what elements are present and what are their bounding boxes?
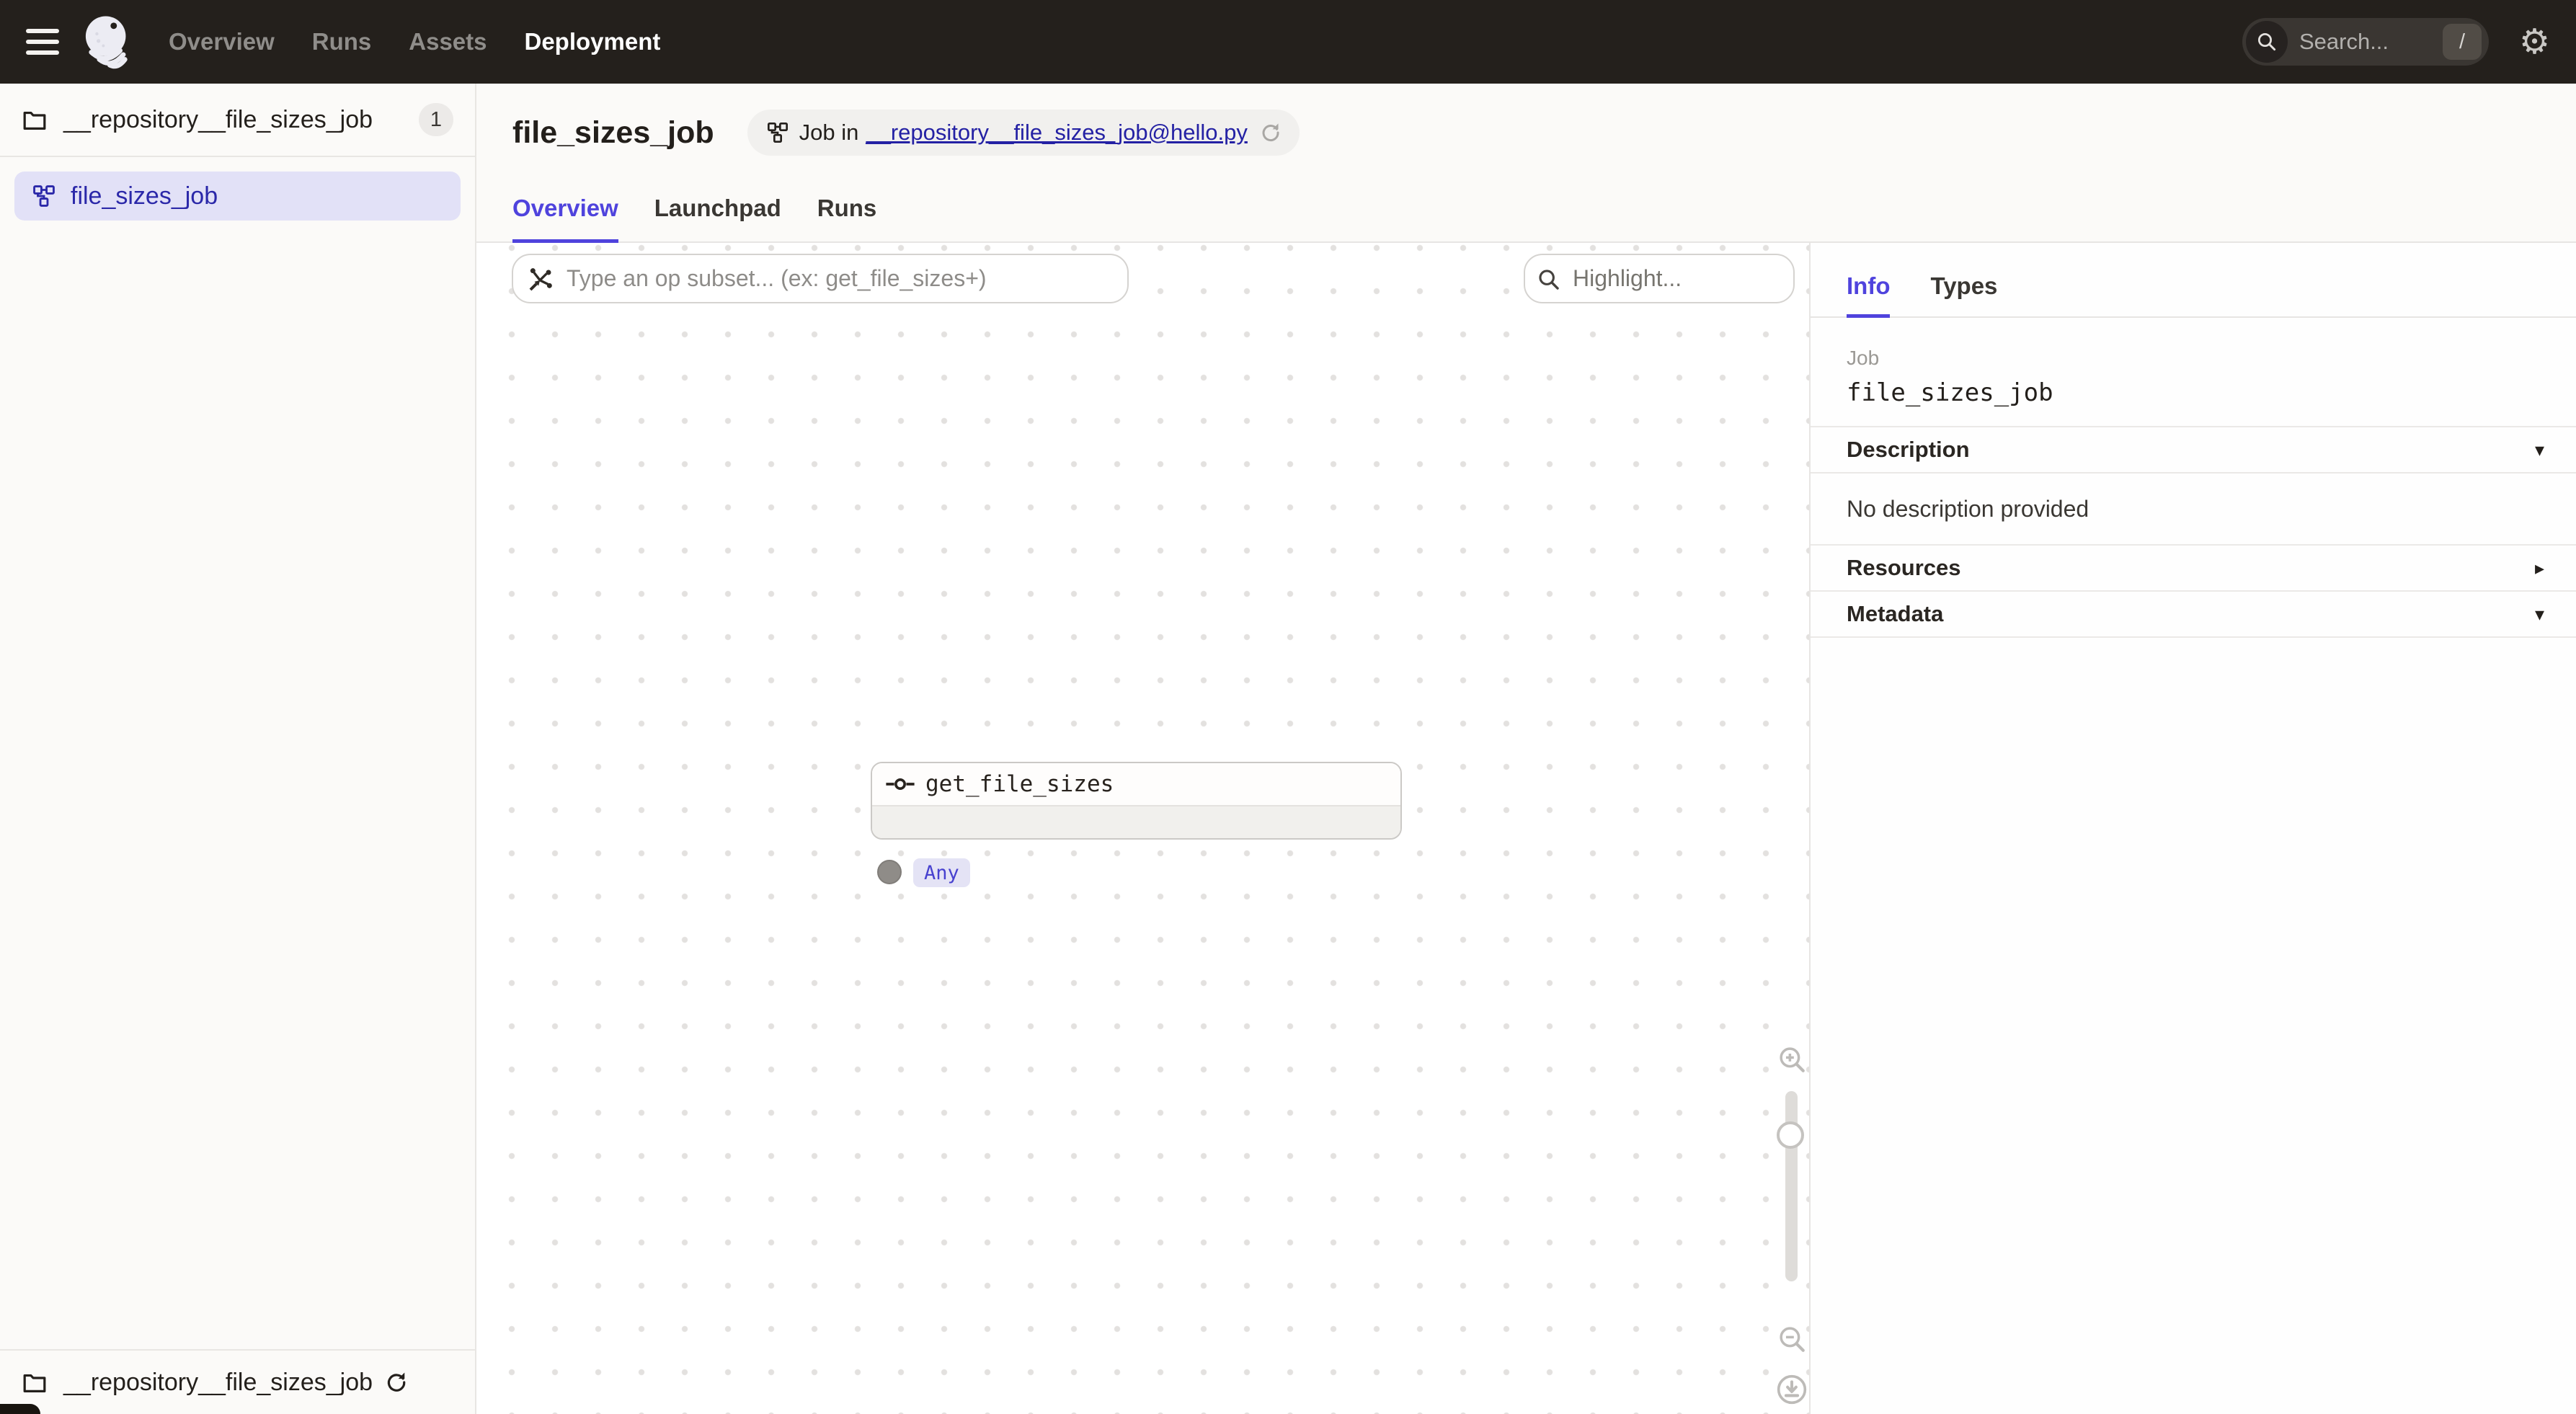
highlight-input[interactable] xyxy=(1525,255,1793,302)
folder-icon xyxy=(22,108,48,131)
op-graph-canvas[interactable]: get_file_sizes Any xyxy=(476,243,1811,1414)
tab-launchpad[interactable]: Launchpad xyxy=(654,195,781,243)
op-io-icon xyxy=(885,777,915,791)
toast-corner xyxy=(0,1404,40,1414)
section-title: Description xyxy=(1847,437,1970,463)
caret-down-icon: ▾ xyxy=(2535,603,2544,626)
zoom-slider-track[interactable] xyxy=(1785,1091,1798,1281)
search-icon xyxy=(1537,267,1561,292)
sidebar: __repository__file_sizes_job 1 file_size… xyxy=(0,84,476,1414)
repo-location-link[interactable]: __repository__file_sizes_job@hello.py xyxy=(866,120,1248,146)
op-node-name: get_file_sizes xyxy=(925,771,1114,797)
nav-item-assets[interactable]: Assets xyxy=(409,28,487,55)
nav-item-runs[interactable]: Runs xyxy=(312,28,372,55)
caret-right-icon: ▸ xyxy=(2535,557,2544,579)
main-header: file_sizes_job Job in __repository__file… xyxy=(476,84,2576,243)
job-context-pill: Job in __repository__file_sizes_job@hell… xyxy=(747,110,1300,156)
job-icon xyxy=(766,121,789,144)
job-name: file_sizes_job xyxy=(1847,378,2540,407)
sidebar-item-label: file_sizes_job xyxy=(71,182,218,210)
search-icon xyxy=(2246,21,2288,63)
nav-item-overview[interactable]: Overview xyxy=(169,28,275,55)
tab-types[interactable]: Types xyxy=(1930,272,1997,318)
highlight-field xyxy=(1524,254,1795,303)
op-output-port xyxy=(877,860,902,884)
info-panel-tabs: Info Types xyxy=(1811,243,2576,318)
sidebar-item-file-sizes-job[interactable]: file_sizes_job xyxy=(14,172,461,221)
op-selector-icon xyxy=(526,265,555,294)
dagster-logo-icon[interactable] xyxy=(79,13,137,71)
dagster-app: Overview Runs Assets Deployment / ⚙ __re… xyxy=(0,0,2576,1414)
op-subset-field xyxy=(512,254,1129,303)
op-node-get-file-sizes[interactable]: get_file_sizes xyxy=(871,762,1402,840)
section-description-body: No description provided xyxy=(1811,472,2576,544)
refresh-icon[interactable] xyxy=(1259,122,1281,143)
op-node-header: get_file_sizes xyxy=(872,763,1400,806)
info-panel: Info Types Job file_sizes_job Descriptio… xyxy=(1811,243,2576,1414)
tab-runs[interactable]: Runs xyxy=(817,195,877,243)
section-resources-header[interactable]: Resources ▸ xyxy=(1811,544,2576,590)
caret-down-icon: ▾ xyxy=(2535,439,2544,461)
section-title: Metadata xyxy=(1847,601,1943,627)
hamburger-menu-icon[interactable] xyxy=(26,29,59,55)
job-block: Job file_sizes_job xyxy=(1811,318,2576,426)
main-tabs: Overview Launchpad Runs xyxy=(512,195,876,243)
section-description-header[interactable]: Description ▾ xyxy=(1811,426,2576,472)
zoom-in-icon[interactable] xyxy=(1777,1044,1807,1075)
footer-repo-name: __repository__file_sizes_job xyxy=(63,1369,373,1397)
repo-name: __repository__file_sizes_job xyxy=(63,106,373,134)
op-node-body xyxy=(872,806,1400,838)
tab-info[interactable]: Info xyxy=(1847,272,1890,318)
top-nav: Overview Runs Assets Deployment / ⚙ xyxy=(0,0,2576,84)
job-label: Job xyxy=(1847,347,2540,370)
sidebar-footer: __repository__file_sizes_job xyxy=(0,1349,475,1414)
section-divider xyxy=(1811,636,2576,638)
search-input[interactable] xyxy=(2299,29,2422,55)
op-output-type-badge[interactable]: Any xyxy=(913,858,970,887)
search-shortcut-badge: / xyxy=(2443,24,2482,60)
op-subset-input[interactable] xyxy=(513,255,1127,302)
section-title: Resources xyxy=(1847,555,1961,581)
job-icon xyxy=(32,184,56,208)
refresh-icon[interactable] xyxy=(384,1371,407,1394)
section-metadata-header[interactable]: Metadata ▾ xyxy=(1811,590,2576,636)
global-search[interactable]: / xyxy=(2242,18,2489,66)
page-title: file_sizes_job xyxy=(512,115,714,151)
recenter-graph-icon[interactable] xyxy=(1776,1374,1808,1405)
zoom-out-icon[interactable] xyxy=(1777,1324,1807,1354)
folder-icon xyxy=(22,1371,48,1394)
context-prefix: Job in xyxy=(799,120,859,146)
nav-item-deployment[interactable]: Deployment xyxy=(525,28,661,55)
sidebar-repo-row[interactable]: __repository__file_sizes_job 1 xyxy=(0,84,475,157)
gear-icon[interactable]: ⚙ xyxy=(2519,25,2550,59)
title-row: file_sizes_job Job in __repository__file… xyxy=(512,110,1300,156)
nav-links: Overview Runs Assets Deployment xyxy=(169,28,660,55)
tab-overview[interactable]: Overview xyxy=(512,195,618,243)
zoom-slider-handle[interactable] xyxy=(1777,1121,1804,1149)
nav-right: / ⚙ xyxy=(2242,18,2550,66)
repo-count-badge: 1 xyxy=(419,103,453,136)
